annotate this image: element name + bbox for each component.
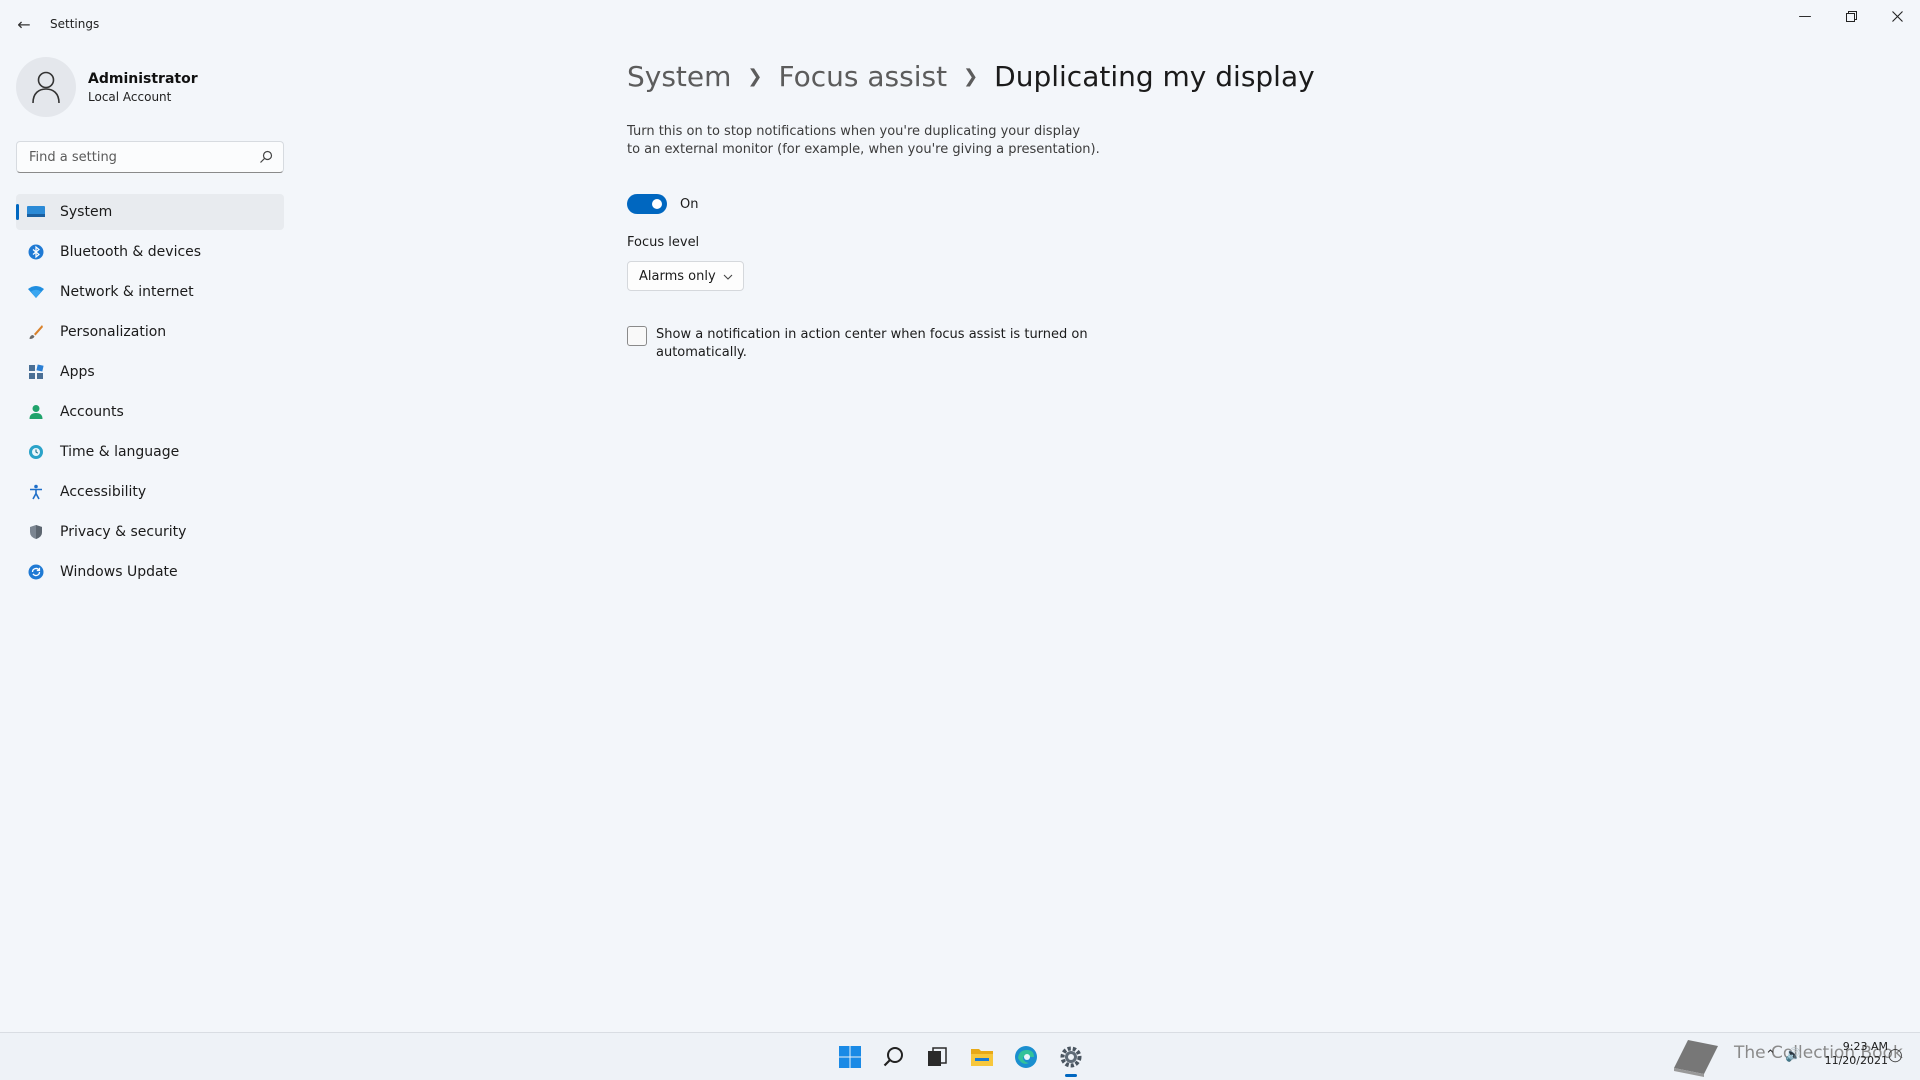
start-icon	[839, 1046, 861, 1068]
brush-icon	[26, 322, 46, 342]
sidebar-item-label: Accounts	[60, 404, 124, 420]
duplicating-display-toggle-row: On	[627, 193, 698, 215]
apps-icon	[26, 362, 46, 382]
chevron-down-icon	[723, 274, 733, 280]
wifi-icon	[26, 282, 46, 302]
notification-icon: ◯	[1888, 1048, 1903, 1063]
checkbox-label-line: automatically.	[656, 345, 747, 360]
page-description: Turn this on to stop notifications when …	[627, 123, 1147, 159]
settings-icon	[1060, 1046, 1082, 1068]
edge-browser-button[interactable]	[1010, 1041, 1042, 1073]
profile-account-type: Local Account	[88, 90, 172, 104]
description-line: to an external monitor (for example, whe…	[627, 142, 1100, 157]
sidebar-item-windows-update[interactable]: Windows Update	[16, 554, 284, 590]
restore-icon	[1845, 10, 1857, 22]
sidebar-item-apps[interactable]: Apps	[16, 354, 284, 390]
edge-icon	[1015, 1046, 1037, 1068]
sidebar-item-label: Bluetooth & devices	[60, 244, 202, 260]
breadcrumb-system[interactable]: System	[627, 60, 731, 93]
sidebar-item-system[interactable]: System	[16, 194, 284, 230]
focus-level-value: Alarms only	[639, 268, 716, 284]
close-icon	[1891, 10, 1903, 22]
accessibility-icon	[26, 482, 46, 502]
taskbar-search-button[interactable]	[878, 1041, 910, 1073]
book-logo-icon	[1674, 1040, 1718, 1077]
sidebar-item-time-language[interactable]: Time & language	[16, 434, 284, 470]
file-explorer-icon	[971, 1049, 993, 1066]
close-button[interactable]	[1874, 0, 1920, 32]
minimize-icon: —	[1798, 8, 1812, 24]
sidebar-item-label: Network & internet	[60, 284, 194, 300]
bluetooth-icon	[26, 242, 46, 262]
monitor-icon	[26, 202, 46, 222]
sidebar-item-label: Privacy & security	[60, 524, 187, 540]
user-profile[interactable]: Administrator Local Account	[16, 57, 286, 117]
search-icon[interactable]	[259, 150, 273, 164]
sidebar-item-label: Apps	[60, 364, 95, 380]
sidebar-item-accessibility[interactable]: Accessibility	[16, 474, 284, 510]
sidebar-item-label: Personalization	[60, 324, 167, 340]
description-line: Turn this on to stop notifications when …	[627, 124, 1081, 139]
settings-taskbar-button[interactable]	[1055, 1041, 1087, 1077]
start-button[interactable]	[834, 1041, 866, 1073]
search-icon	[883, 1047, 903, 1067]
update-icon	[26, 562, 46, 582]
notification-checkbox-row: Show a notification in action center whe…	[627, 326, 1147, 362]
avatar	[16, 57, 76, 117]
breadcrumb: System ❯ Focus assist ❯ Duplicating my d…	[627, 56, 1315, 96]
user-avatar-icon	[32, 71, 60, 104]
sidebar-item-label: Time & language	[60, 444, 180, 460]
sidebar-item-label: Windows Update	[60, 564, 178, 580]
restore-button[interactable]	[1828, 0, 1874, 32]
file-explorer-button[interactable]	[966, 1041, 998, 1073]
duplicating-display-toggle[interactable]	[627, 194, 667, 214]
window-title: Settings	[50, 17, 100, 31]
sidebar-item-privacy-security[interactable]: Privacy & security	[16, 514, 284, 550]
notifications-button[interactable]: ◯	[1888, 1048, 1903, 1063]
checkbox-label-line: Show a notification in action center whe…	[656, 327, 1088, 342]
sidebar-nav: System Bluetooth & devices Network & int…	[16, 194, 284, 594]
sidebar-item-personalization[interactable]: Personalization	[16, 314, 284, 350]
shield-icon	[26, 522, 46, 542]
search-input[interactable]	[27, 142, 247, 172]
globe-clock-icon	[26, 442, 46, 462]
volume-button[interactable]: 🔊	[1785, 1048, 1801, 1063]
show-hidden-icons-button[interactable]: ⌃	[1765, 1048, 1776, 1063]
taskbar	[0, 1032, 1920, 1080]
toggle-state-label: On	[680, 196, 699, 212]
task-view-button[interactable]	[921, 1041, 953, 1073]
chevron-up-icon: ⌃	[1765, 1048, 1776, 1063]
clock-time: 9:23 AM	[1842, 1040, 1888, 1053]
volume-icon: 🔊	[1785, 1048, 1802, 1063]
clock-date: 11/20/2021	[1824, 1054, 1888, 1067]
sidebar-item-accounts[interactable]: Accounts	[16, 394, 284, 430]
person-icon	[26, 402, 46, 422]
show-notification-checkbox[interactable]	[627, 326, 647, 346]
sidebar-item-label: System	[60, 204, 113, 220]
focus-level-label: Focus level	[627, 235, 700, 250]
minimize-button[interactable]: —	[1782, 0, 1828, 32]
chevron-right-icon: ❯	[747, 65, 763, 87]
back-button[interactable]: ←	[12, 12, 36, 36]
page-title: Duplicating my display	[994, 59, 1315, 93]
sidebar-item-network[interactable]: Network & internet	[16, 274, 284, 310]
sidebar-item-bluetooth[interactable]: Bluetooth & devices	[16, 234, 284, 270]
back-arrow-icon: ←	[17, 14, 31, 34]
profile-name: Administrator	[88, 71, 198, 87]
sidebar-item-label: Accessibility	[60, 484, 147, 500]
title-bar: ← Settings —	[0, 0, 1920, 48]
search-box[interactable]	[16, 141, 284, 173]
system-clock[interactable]: 9:23 AM 11/20/2021	[1818, 1040, 1888, 1068]
focus-level-dropdown[interactable]: Alarms only	[627, 261, 744, 291]
breadcrumb-focus-assist[interactable]: Focus assist	[779, 60, 948, 93]
checkbox-label[interactable]: Show a notification in action center whe…	[656, 326, 1088, 362]
chevron-right-icon: ❯	[963, 65, 979, 87]
task-view-icon	[928, 1047, 947, 1066]
